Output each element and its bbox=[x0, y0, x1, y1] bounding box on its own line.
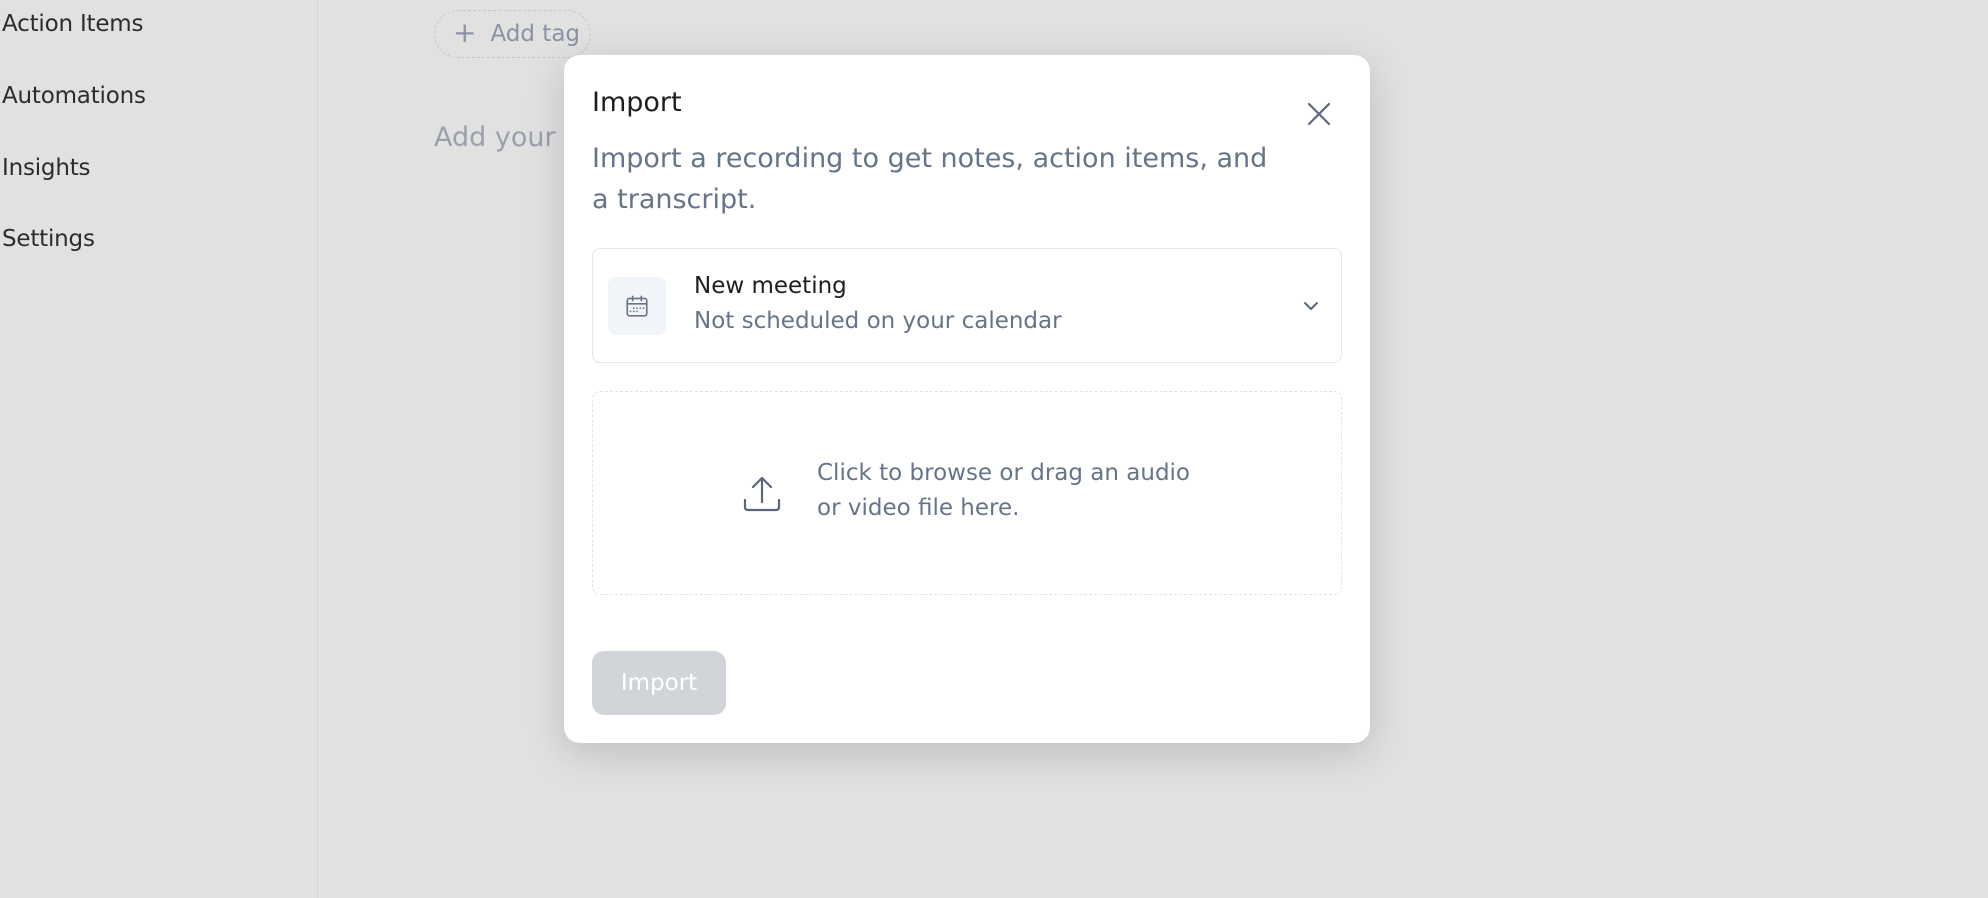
sidebar-item-insights[interactable]: Insights bbox=[2, 155, 91, 181]
calendar-icon bbox=[626, 295, 648, 317]
dropzone-text: Click to browse or drag an audio or vide… bbox=[817, 460, 1191, 521]
import-modal: Import Import a recording to get notes, … bbox=[564, 55, 1370, 743]
modal-description: Import a recording to get notes, action … bbox=[592, 143, 1268, 215]
sidebar: Action Items Automations Insights Settin… bbox=[0, 0, 318, 898]
chevron-down-icon bbox=[1300, 295, 1322, 317]
close-icon bbox=[1307, 102, 1331, 126]
meeting-select[interactable]: New meeting Not scheduled on your calend… bbox=[592, 248, 1342, 363]
sidebar-item-action-items[interactable]: Action Items bbox=[2, 11, 143, 37]
file-dropzone[interactable]: Click to browse or drag an audio or vide… bbox=[592, 391, 1342, 595]
add-tag-label: Add tag bbox=[490, 21, 581, 47]
plus-icon: + bbox=[453, 15, 477, 49]
meeting-subtitle: Not scheduled on your calendar bbox=[694, 308, 1062, 334]
meeting-title: New meeting bbox=[694, 273, 847, 299]
import-button[interactable]: Import bbox=[592, 651, 726, 715]
notes-placeholder[interactable]: Add your c bbox=[434, 122, 579, 153]
calendar-icon-box bbox=[608, 277, 666, 335]
close-button[interactable] bbox=[1299, 94, 1339, 134]
modal-title: Import bbox=[592, 87, 682, 118]
add-tag-button[interactable]: + Add tag bbox=[434, 10, 591, 58]
upload-icon bbox=[743, 476, 781, 512]
sidebar-item-settings[interactable]: Settings bbox=[2, 226, 95, 252]
sidebar-item-automations[interactable]: Automations bbox=[2, 83, 146, 109]
